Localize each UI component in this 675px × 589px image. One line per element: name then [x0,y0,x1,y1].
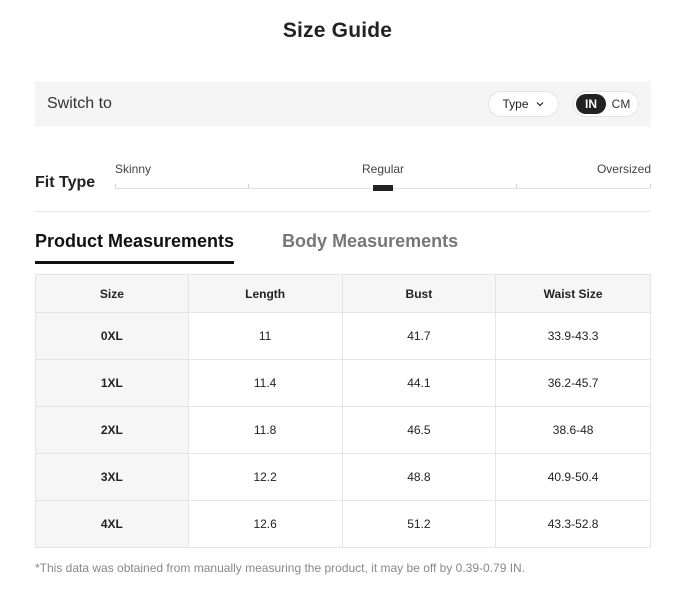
bust-cell: 51.2 [341,500,497,548]
table-row: 4XL 12.6 51.2 43.3-52.8 [35,500,651,548]
bust-cell: 41.7 [341,312,497,360]
length-cell: 11.4 [187,359,343,407]
fit-notch [115,184,116,188]
size-cell: 4XL [35,500,189,548]
fit-type-label: Fit Type [35,174,96,191]
length-cell: 12.2 [187,453,343,501]
waist-cell: 40.9-50.4 [495,453,651,501]
waist-cell: 43.3-52.8 [495,500,651,548]
table-row: 3XL 12.2 48.8 40.9-50.4 [35,453,651,501]
length-cell: 12.6 [187,500,343,548]
fit-notch [516,184,517,188]
column-header-length: Length [187,274,343,313]
measurement-tabs: Product Measurements Body Measurements [35,231,458,264]
section-divider [35,211,651,212]
fit-option-regular: Regular [362,162,405,176]
unit-switch-bar: Switch to Type IN CM [35,81,651,127]
bust-cell: 48.8 [341,453,497,501]
switch-label: Switch to [47,95,112,112]
size-cell: 1XL [35,359,189,407]
waist-cell: 38.6-48 [495,406,651,454]
tab-product-measurements[interactable]: Product Measurements [35,231,235,264]
fit-type-scale: Skinny Regular Oversized [115,162,651,192]
table-header-row: Size Length Bust Waist Size [35,274,651,313]
table-row: 2XL 11.8 46.5 38.6-48 [35,406,651,454]
size-table: Size Length Bust Waist Size 0XL 11 41.7 … [35,274,651,548]
column-header-size: Size [35,274,189,313]
length-cell: 11.8 [187,406,343,454]
type-dropdown[interactable]: Type [488,91,559,117]
waist-cell: 33.9-43.3 [495,312,651,360]
fit-notch [650,184,651,188]
switch-controls: Type IN CM [488,91,639,117]
waist-cell: 36.2-45.7 [495,359,651,407]
length-cell: 11 [187,312,343,360]
size-cell: 0XL [35,312,189,360]
fit-option-skinny: Skinny [115,162,152,176]
fit-notch [248,184,249,188]
unit-in-button[interactable]: IN [576,94,606,114]
column-header-waist: Waist Size [495,274,651,313]
unit-cm-button[interactable]: CM [606,94,636,114]
unit-toggle: IN CM [573,91,639,117]
size-cell: 2XL [35,406,189,454]
bust-cell: 46.5 [341,406,497,454]
type-dropdown-label: Type [502,97,529,111]
size-cell: 3XL [35,453,189,501]
fit-selected-marker [373,185,393,191]
measurement-disclaimer: *This data was obtained from manually me… [35,561,526,575]
table-row: 0XL 11 41.7 33.9-43.3 [35,312,651,360]
fit-option-oversized: Oversized [596,162,651,176]
page-title: Size Guide [282,19,393,42]
tab-body-measurements[interactable]: Body Measurements [282,231,458,261]
bust-cell: 44.1 [341,359,497,407]
chevron-down-icon [536,102,543,107]
table-row: 1XL 11.4 44.1 36.2-45.7 [35,359,651,407]
column-header-bust: Bust [341,274,497,313]
